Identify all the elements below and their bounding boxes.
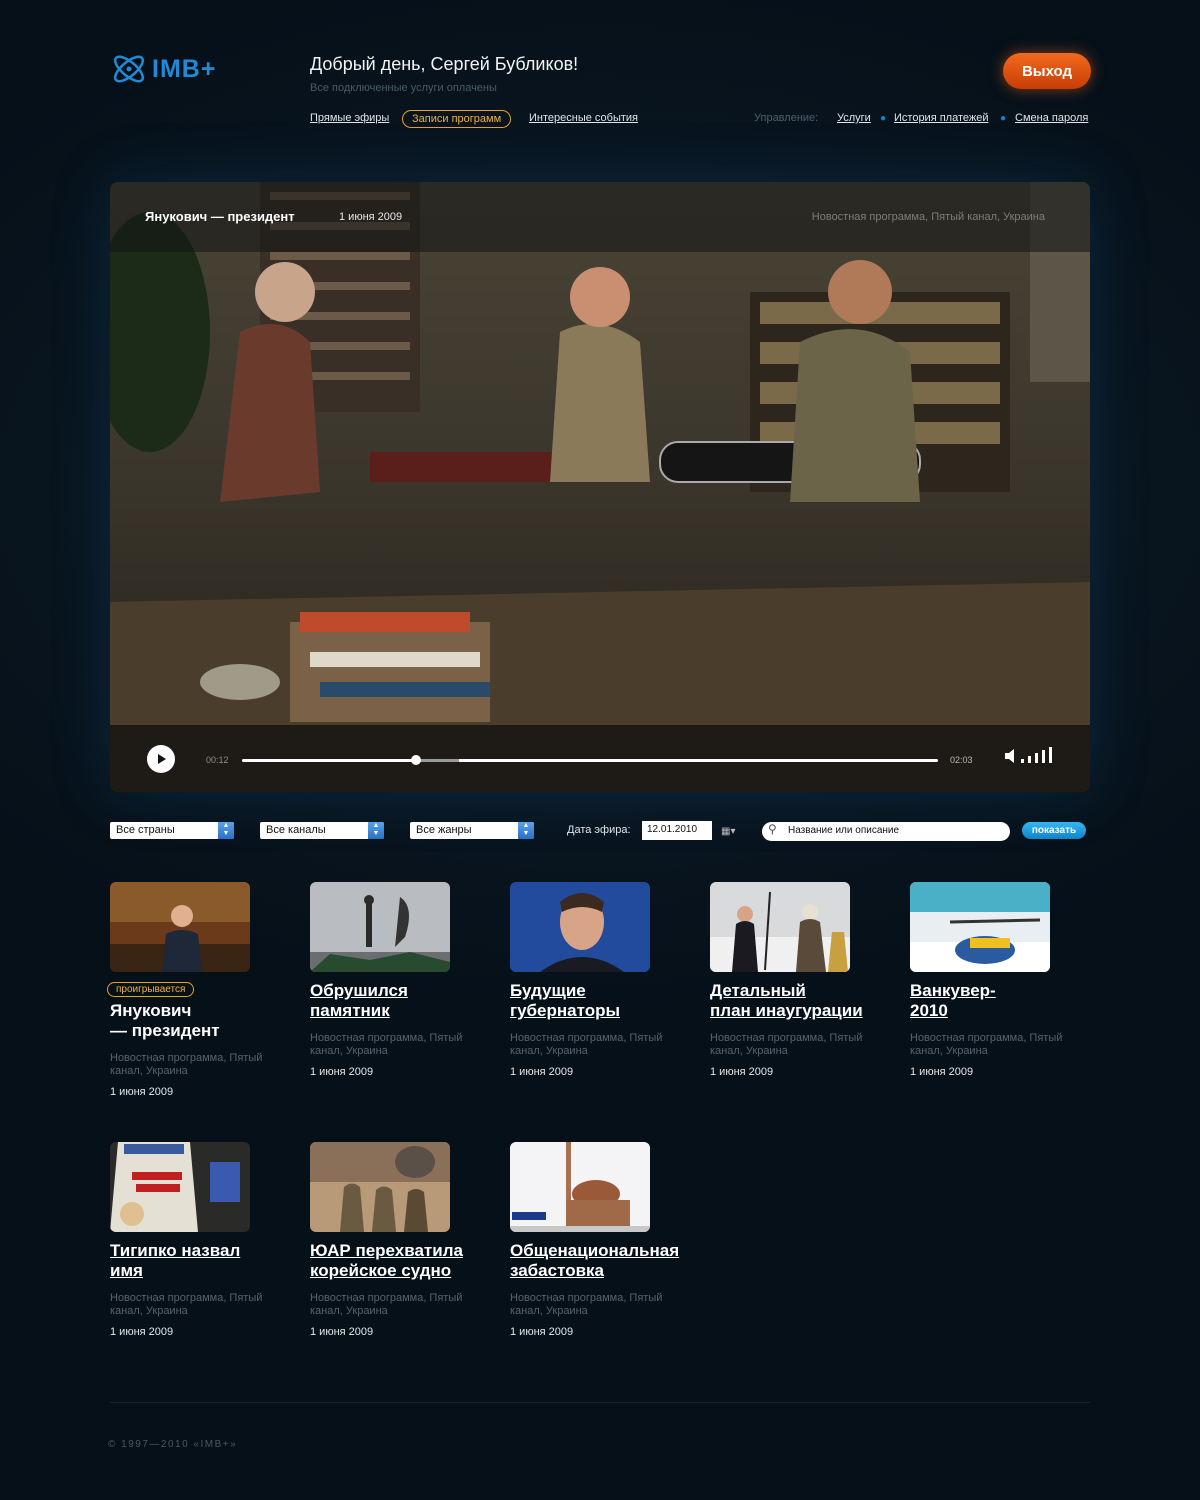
select-arrows-icon: ▲ ▼ xyxy=(368,822,384,839)
card-meta: Новостная программа, Пятый канал, Украин… xyxy=(510,1292,663,1317)
card-meta: Новостная программа, Пятый канал, Украин… xyxy=(910,1032,1063,1057)
volume-bar[interactable] xyxy=(1021,759,1024,763)
program-card[interactable]: Обрушился памятник Новостная программа, … xyxy=(310,882,485,1078)
country-select-value: Все страны xyxy=(116,824,175,836)
program-card[interactable]: Общенациональная забастовка Новостная пр… xyxy=(510,1142,685,1338)
thumbnail[interactable] xyxy=(910,882,1050,972)
nav-events[interactable]: Интересные события xyxy=(529,112,638,124)
logo-text: IMB+ xyxy=(152,54,217,83)
video-player[interactable]: Янукович — президент 1 июня 2009 Новостн… xyxy=(110,182,1090,792)
select-arrows-icon: ▲ ▼ xyxy=(518,822,534,839)
management-label: Управление: xyxy=(754,112,819,124)
card-title[interactable]: Янукович — президент xyxy=(110,1001,285,1041)
calendar-icon[interactable]: ▦▾ xyxy=(721,826,735,837)
time-total: 02:03 xyxy=(950,755,973,765)
card-title[interactable]: Обрушился памятник xyxy=(310,981,485,1021)
card-date: 1 июня 2009 xyxy=(310,1066,374,1078)
card-date: 1 июня 2009 xyxy=(510,1326,574,1338)
card-title[interactable]: Ванкувер- 2010 xyxy=(910,981,1085,1021)
card-title[interactable]: ЮАР перехватила корейское судно xyxy=(310,1241,485,1281)
card-meta: Новостная программа, Пятый канал, Украин… xyxy=(510,1032,663,1057)
play-button[interactable] xyxy=(147,745,175,773)
select-arrows-icon: ▲ ▼ xyxy=(218,822,234,839)
card-title[interactable]: Будущие губернаторы xyxy=(510,981,685,1021)
volume-bar[interactable] xyxy=(1035,753,1038,763)
channel-select[interactable]: Все каналы ▲ ▼ xyxy=(260,822,384,839)
card-date: 1 июня 2009 xyxy=(310,1326,374,1338)
program-card[interactable]: Детальный план инаугурации Новостная про… xyxy=(710,882,885,1078)
atom-logo-icon xyxy=(113,55,145,83)
thumbnail[interactable] xyxy=(110,882,250,972)
card-meta: Новостная программа, Пятый канал, Украин… xyxy=(310,1292,463,1317)
video-title: Янукович — президент xyxy=(145,209,295,224)
separator-dot: ● xyxy=(880,113,887,124)
volume-control[interactable] xyxy=(1005,747,1052,763)
date-field[interactable]: 12.01.2010 xyxy=(642,821,712,840)
progress-track[interactable] xyxy=(242,759,938,762)
channel-select-value: Все каналы xyxy=(266,824,326,836)
card-date: 1 июня 2009 xyxy=(910,1066,974,1078)
greeting: Добрый день, Сергей Бубликов! xyxy=(310,54,579,74)
nav-recordings[interactable]: Записи программ xyxy=(402,110,512,128)
video-meta: Новостная программа, Пятый канал, Украин… xyxy=(811,211,1045,223)
thumbnail[interactable] xyxy=(310,882,450,972)
volume-bar[interactable] xyxy=(1028,756,1031,763)
program-card[interactable]: Будущие губернаторы Новостная программа,… xyxy=(510,882,685,1078)
card-title[interactable]: Детальный план инаугурации xyxy=(710,981,885,1021)
thumbnail[interactable] xyxy=(510,882,650,972)
link-change-password[interactable]: Смена пароля xyxy=(1015,112,1088,124)
card-date: 1 июня 2009 xyxy=(110,1326,174,1338)
time-current: 00:12 xyxy=(206,755,229,765)
card-date: 1 июня 2009 xyxy=(110,1086,174,1098)
logout-button[interactable]: Выход xyxy=(1003,53,1091,89)
card-meta: Новостная программа, Пятый канал, Украин… xyxy=(710,1032,863,1057)
link-services[interactable]: Услуги xyxy=(837,112,871,124)
genre-select[interactable]: Все жанры ▲ ▼ xyxy=(410,822,534,839)
card-date: 1 июня 2009 xyxy=(510,1066,574,1078)
separator-dot: ● xyxy=(1000,113,1007,124)
speaker-icon xyxy=(1005,749,1014,763)
volume-bar[interactable] xyxy=(1042,750,1045,763)
progress-handle[interactable] xyxy=(411,755,421,765)
search-icon: ⚲ xyxy=(768,822,777,836)
card-meta: Новостная программа, Пятый канал, Украин… xyxy=(310,1032,463,1057)
thumbnail[interactable] xyxy=(310,1142,450,1232)
card-date: 1 июня 2009 xyxy=(710,1066,774,1078)
buffer-bar xyxy=(419,759,459,762)
date-label: Дата эфира: xyxy=(567,824,631,836)
card-title[interactable]: Общенациональная забастовка xyxy=(510,1241,685,1281)
thumbnail[interactable] xyxy=(710,882,850,972)
video-frame xyxy=(110,182,1090,792)
nav-live[interactable]: Прямые эфиры xyxy=(310,112,389,124)
search-input[interactable]: Название или описание xyxy=(762,822,1010,841)
account-status: Все подключенные услуги оплачены xyxy=(310,82,497,94)
footer-divider xyxy=(110,1402,1090,1403)
card-meta: Новостная программа, Пятый канал, Украин… xyxy=(110,1292,263,1317)
thumbnail[interactable] xyxy=(110,1142,250,1232)
video-date: 1 июня 2009 xyxy=(339,211,403,223)
footer-copyright: © 1997—2010 «IMB+» xyxy=(108,1439,238,1450)
logo[interactable]: IMB+ xyxy=(110,48,216,90)
program-card[interactable]: проигрывается Янукович — президент Новос… xyxy=(107,882,285,1098)
program-card[interactable]: Тигипко назвал имя Новостная программа, … xyxy=(110,1142,285,1338)
volume-bar[interactable] xyxy=(1049,747,1052,763)
play-icon xyxy=(158,754,166,764)
program-card[interactable]: Ванкувер- 2010 Новостная программа, Пяты… xyxy=(910,882,1085,1078)
program-card[interactable]: ЮАР перехватила корейское судно Новостна… xyxy=(310,1142,485,1338)
genre-select-value: Все жанры xyxy=(416,824,472,836)
country-select[interactable]: Все страны ▲ ▼ xyxy=(110,822,234,839)
thumbnail[interactable] xyxy=(510,1142,650,1232)
card-title[interactable]: Тигипко назвал имя xyxy=(110,1241,285,1281)
card-meta: Новостная программа, Пятый канал, Украин… xyxy=(110,1052,263,1077)
link-payment-history[interactable]: История платежей xyxy=(894,112,989,124)
now-playing-badge: проигрывается xyxy=(107,982,195,997)
search-button[interactable]: показать xyxy=(1022,822,1086,839)
